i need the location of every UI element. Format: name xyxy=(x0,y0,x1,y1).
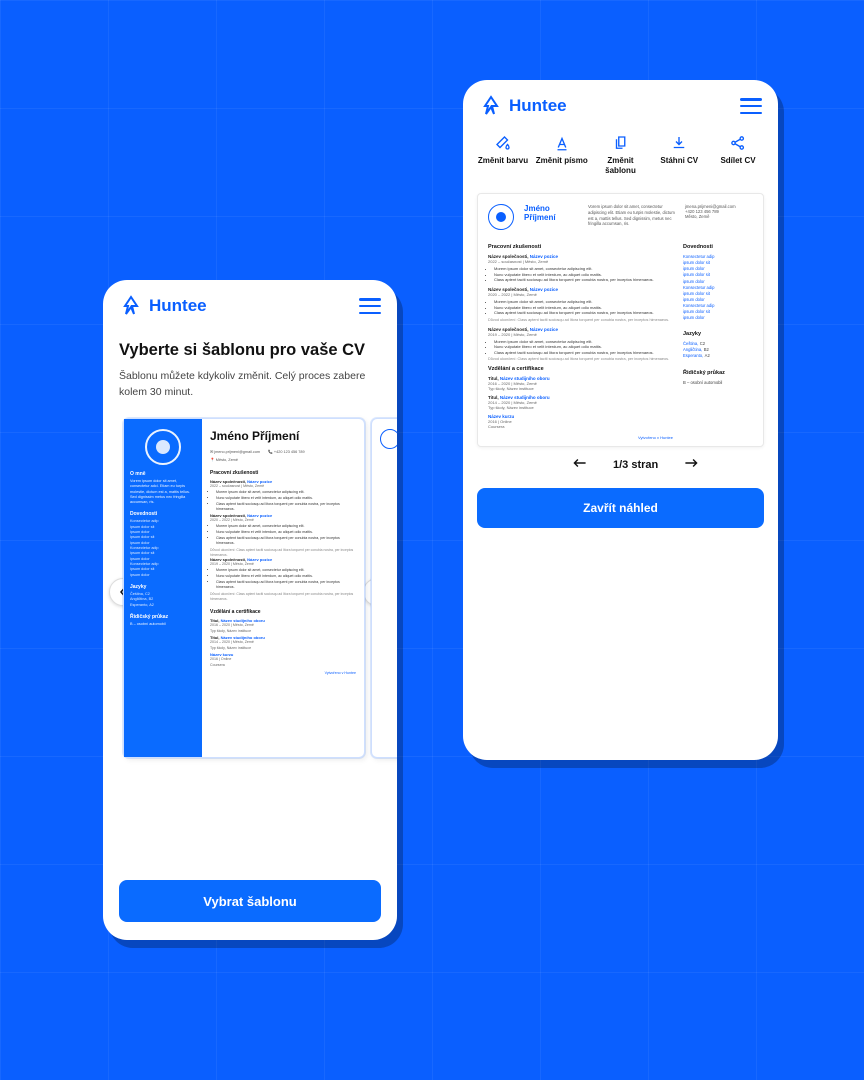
select-template-button[interactable]: Vybrat šablonu xyxy=(119,880,381,922)
cv-contact: jmena.prijmeni@gmail.com +420 123 456 78… xyxy=(685,204,753,230)
skills-list: Konsectetur adipipsum dolor sitipsum dol… xyxy=(683,254,753,321)
brand-text: Huntee xyxy=(149,296,207,316)
cv-contact: ✉ jmeno.prijmeni@gmail.com 📞 +420 123 45… xyxy=(210,449,356,454)
edu-heading: Vzdělání a certifikace xyxy=(210,609,356,615)
avatar-icon xyxy=(145,429,181,465)
skills-heading: Dovednosti xyxy=(130,511,196,517)
licence-text: B – osobní automobil xyxy=(130,622,196,627)
cv-signature: Vytvořeno v Huntee xyxy=(210,671,356,675)
toolbar: Změnit barvu Změnit písmo Změnit šablonu… xyxy=(463,128,778,185)
skills-list: Konsectetur adipipsum dolor sitipsum dol… xyxy=(130,519,196,577)
template-carousel: Jméno Příjmení O mně Vorem ipsum dolor s… xyxy=(103,418,397,768)
cv-name-last: Příjmení xyxy=(524,213,578,222)
hamburger-menu-icon[interactable] xyxy=(740,98,762,114)
cv-preview-document: Jméno Příjmení Vorem ipsum dolor sit ame… xyxy=(477,193,764,447)
pager-next[interactable] xyxy=(684,457,698,472)
cv-location: 📍 Město, Země xyxy=(210,457,356,462)
cv-summary: Vorem ipsum dolor sit amet, consectetur … xyxy=(588,204,675,230)
about-heading: O mně xyxy=(130,471,196,477)
phone-template-select: Huntee Vyberte si šablonu pro vaše CV Ša… xyxy=(103,280,397,940)
languages-list: Čeština, C2Angličtina, B2Esperanto, A2 xyxy=(683,341,753,359)
licence-text: B – osobní automobil xyxy=(683,380,753,386)
close-preview-button[interactable]: Zavřít náhled xyxy=(477,488,764,528)
pager-prev[interactable] xyxy=(573,457,587,472)
work-heading: Pracovní zkušenosti xyxy=(488,244,673,250)
logo-icon xyxy=(119,294,143,318)
cv-signature: Vytvořeno v Huntee xyxy=(488,435,673,440)
cv-name: Jméno Příjmení xyxy=(210,429,356,443)
licence-heading: Řidičský průkaz xyxy=(683,370,753,376)
phone-preview: Huntee Změnit barvu Změnit písmo Změnit … xyxy=(463,80,778,760)
share-button[interactable]: Sdílet CV xyxy=(712,134,764,175)
cv-name-first: Jméno xyxy=(524,204,578,213)
change-template-button[interactable]: Změnit šablonu xyxy=(595,134,647,175)
about-text: Vorem ipsum dolor sit amet, consectetur … xyxy=(130,479,196,506)
work-list: Název společnosti, Název pozice2022 – so… xyxy=(488,254,673,362)
avatar-icon xyxy=(488,204,514,230)
topbar: Huntee xyxy=(463,80,778,128)
change-font-button[interactable]: Změnit písmo xyxy=(536,134,588,175)
languages-heading: Jazyky xyxy=(130,584,196,590)
topbar: Huntee xyxy=(103,280,397,328)
edu-list: Titul, Název studijního oboru2016 – 2020… xyxy=(488,376,673,410)
template-card[interactable]: O mně Vorem ipsum dolor sit amet, consec… xyxy=(123,418,365,758)
languages-heading: Jazyky xyxy=(683,331,753,337)
template-card-peek[interactable]: Jméno Příjmení xyxy=(371,418,397,758)
page-subtitle: Šablonu můžete kdykoliv změnit. Celý pro… xyxy=(119,369,381,399)
brand: Huntee xyxy=(479,94,567,118)
hamburger-menu-icon[interactable] xyxy=(359,298,381,314)
brand: Huntee xyxy=(119,294,207,318)
licence-heading: Řidičský průkaz xyxy=(130,614,196,620)
logo-icon xyxy=(479,94,503,118)
page-title: Vyberte si šablonu pro vaše CV xyxy=(119,340,381,361)
edu-heading: Vzdělání a certifikace xyxy=(488,366,673,372)
download-button[interactable]: Stáhni CV xyxy=(653,134,705,175)
work-heading: Pracovní zkušenosti xyxy=(210,470,356,476)
skills-heading: Dovednosti xyxy=(683,244,753,250)
work-list: Název společnosti, Název pozice2022 – so… xyxy=(210,479,356,601)
change-color-button[interactable]: Změnit barvu xyxy=(477,134,529,175)
edu-list: Titul, Název studijního oboru2016 – 2020… xyxy=(210,618,356,650)
brand-text: Huntee xyxy=(509,96,567,116)
pager: 1/3 stran xyxy=(463,447,778,472)
languages-list: Čeština, C2Angličtina, B2Esperanto, A2 xyxy=(130,592,196,608)
pager-label: 1/3 stran xyxy=(613,459,658,471)
